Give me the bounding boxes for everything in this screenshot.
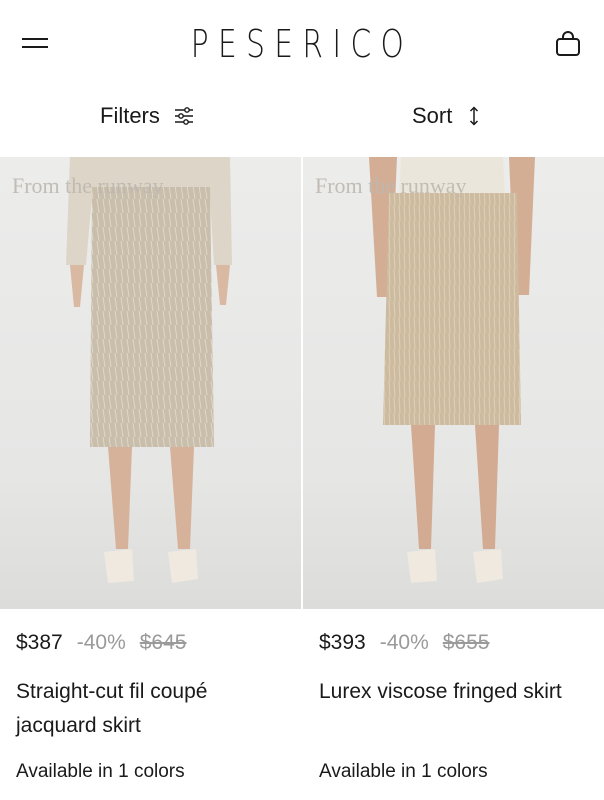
hamburger-menu-icon[interactable] <box>20 30 52 58</box>
up-down-arrows-icon <box>470 106 479 126</box>
sliders-icon <box>174 107 193 125</box>
sale-price: $393 <box>319 631 366 654</box>
product-name[interactable]: Lurex viscose fringed skirt <box>319 675 589 709</box>
model-illustration <box>369 157 535 583</box>
product-image[interactable]: From the runway <box>303 157 604 609</box>
runway-badge: From the runway <box>12 173 164 198</box>
shopping-bag-icon[interactable] <box>552 28 584 60</box>
product-image[interactable]: From the runway <box>0 157 301 609</box>
availability-text: Available in 1 colors <box>319 761 488 782</box>
sort-label: Sort <box>412 103 453 128</box>
product-name[interactable]: Straight-cut fil coupé jacquard skirt <box>16 675 286 743</box>
availability-text: Available in 1 colors <box>16 761 185 782</box>
runway-badge: From the runway <box>315 173 467 198</box>
product-card[interactable]: From the runway $387 -40% $645 Straight-… <box>0 157 301 782</box>
filters-label: Filters <box>100 103 160 128</box>
original-price: $645 <box>139 631 187 654</box>
site-header: PESERICO <box>0 0 604 88</box>
price-row: $393 -40% $655 <box>319 631 489 655</box>
original-price: $655 <box>442 631 490 654</box>
model-illustration <box>66 157 232 583</box>
discount-badge: -40% <box>379 631 429 654</box>
sort-button[interactable]: Sort <box>412 96 480 136</box>
sale-price: $387 <box>16 631 63 654</box>
discount-badge: -40% <box>76 631 126 654</box>
filter-sort-bar: Filters Sort <box>0 96 604 136</box>
product-card[interactable]: From the runway $393 -40% $655 Lurex vis… <box>303 157 604 782</box>
brand-logo[interactable]: PESERICO <box>66 22 537 66</box>
price-row: $387 -40% $645 <box>16 631 186 655</box>
filters-button[interactable]: Filters <box>100 96 194 136</box>
